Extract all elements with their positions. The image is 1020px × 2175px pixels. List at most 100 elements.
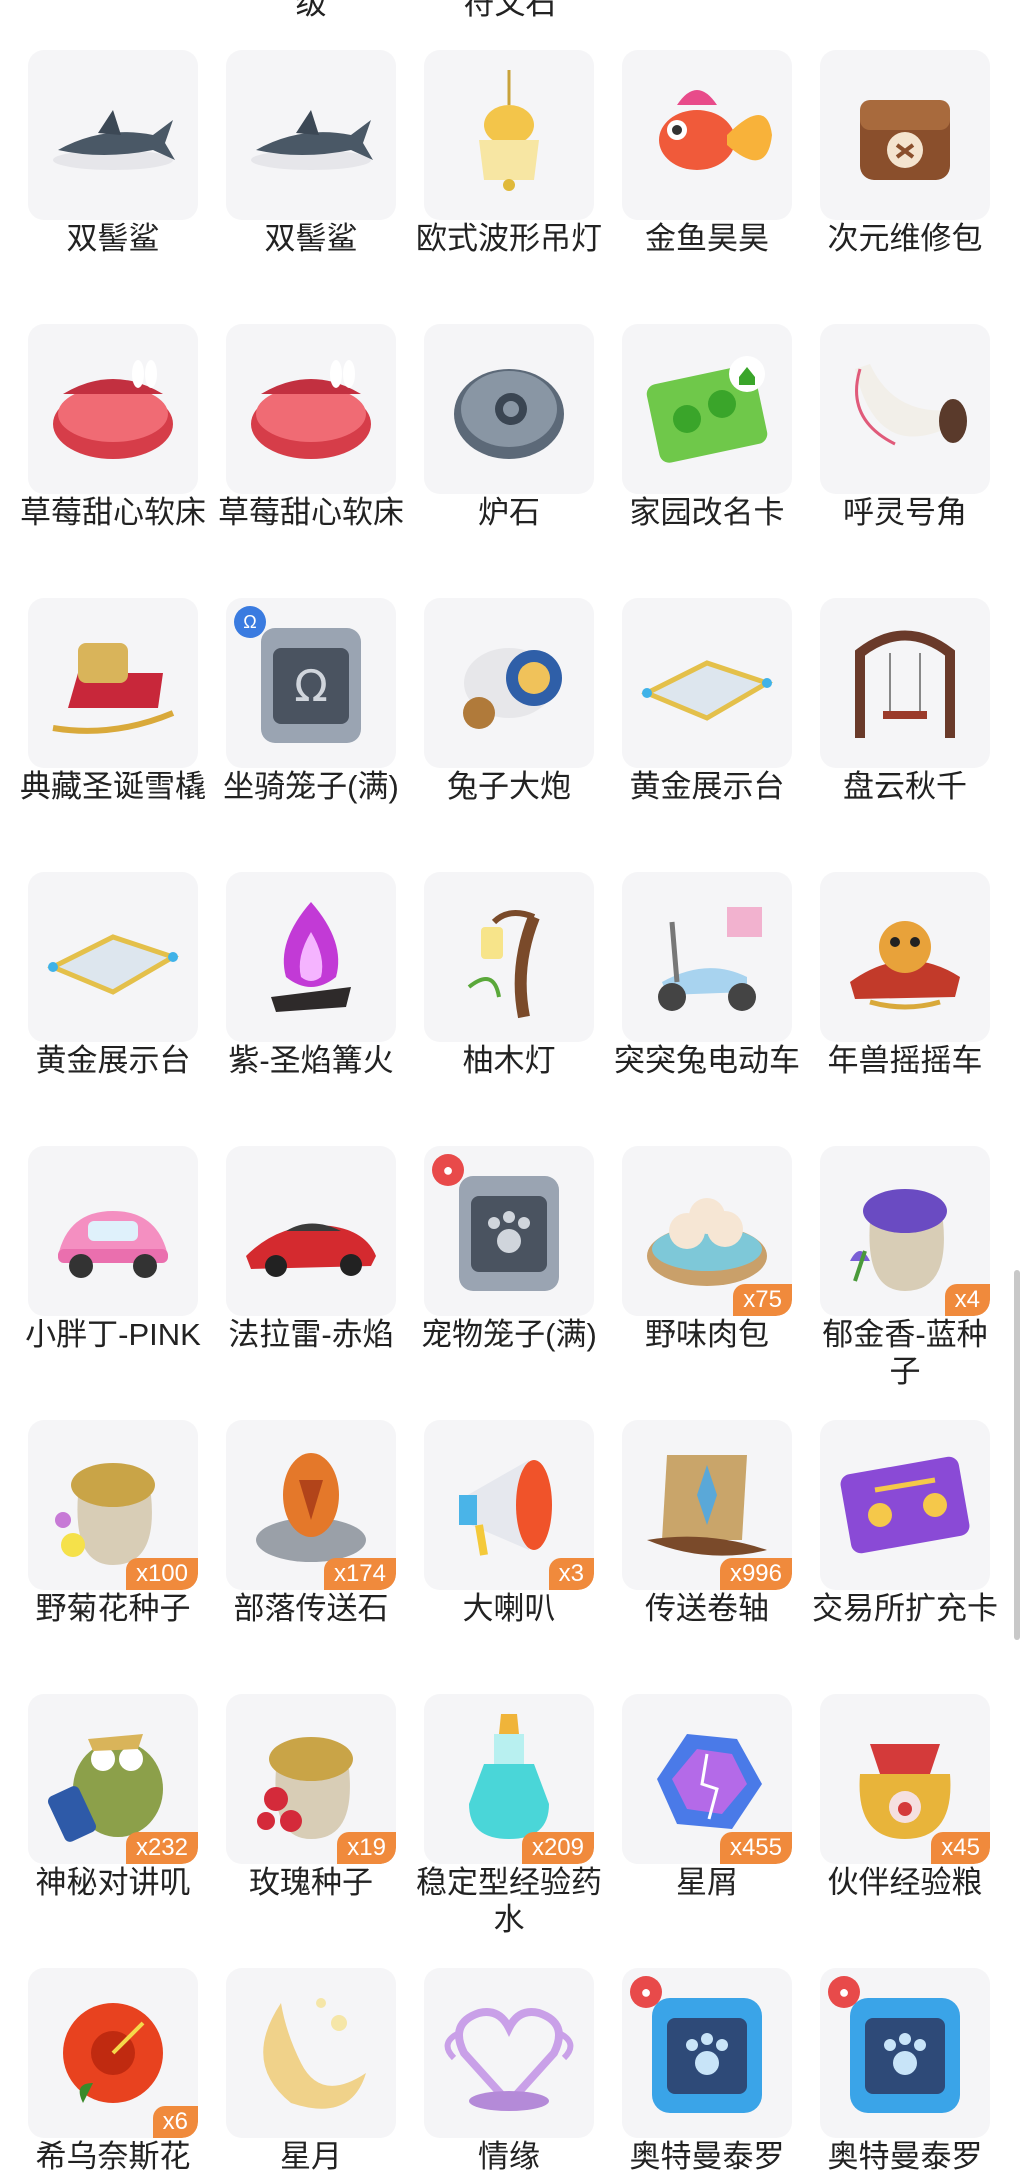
quantity-badge: x4 [944, 1284, 990, 1316]
item-tile[interactable] [226, 50, 396, 220]
item-name: 奥特曼泰罗 [629, 2139, 785, 2174]
item-name: 次元维修包 [827, 221, 983, 256]
partial-item-label: 级 [295, 0, 327, 21]
item-name: 情缘 [478, 2139, 540, 2174]
item-name: 黄金展示台 [35, 1043, 191, 1078]
item-name: 双髻鲨 [264, 221, 358, 256]
item-tile[interactable]: x4 [820, 1146, 990, 1316]
item-tile[interactable] [424, 50, 594, 220]
quantity-badge: x3 [548, 1558, 594, 1590]
item-name: 野味肉包 [645, 1317, 769, 1352]
item-tile[interactable] [622, 324, 792, 494]
item-tile[interactable]: x455 [622, 1694, 792, 1864]
item-tile[interactable] [424, 598, 594, 768]
item-tile[interactable]: x19 [226, 1694, 396, 1864]
item-name: 欧式波形吊灯 [416, 221, 602, 256]
item-name: 坐骑笼子(满) [223, 769, 399, 804]
item-name: 盘云秋千 [843, 769, 967, 804]
quantity-badge: x174 [323, 1558, 396, 1590]
item-tile[interactable] [820, 872, 990, 1042]
item-tile[interactable] [28, 50, 198, 220]
item-tile[interactable]: ● [424, 1146, 594, 1316]
item-tile[interactable] [226, 1968, 396, 2138]
item-tile[interactable]: x996 [622, 1420, 792, 1590]
item-tile[interactable] [622, 872, 792, 1042]
paw-corner-icon: ● [432, 1154, 464, 1186]
item-tile[interactable]: x45 [820, 1694, 990, 1864]
quantity-badge: x455 [719, 1832, 792, 1864]
item-name: 家园改名卡 [629, 495, 785, 530]
item-name: 神秘对讲叽 [35, 1865, 191, 1900]
item-tile[interactable] [226, 1146, 396, 1316]
item-name: 大喇叭 [462, 1591, 556, 1626]
item-tile[interactable]: ● [622, 1968, 792, 2138]
item-name: 法拉雷-赤焰 [228, 1317, 394, 1352]
item-name: 兔子大炮 [447, 769, 571, 804]
item-tile[interactable]: x3 [424, 1420, 594, 1590]
quantity-badge: x6 [152, 2106, 198, 2138]
quantity-badge: x45 [931, 1832, 990, 1864]
item-tile[interactable] [622, 50, 792, 220]
item-tile[interactable]: x75 [622, 1146, 792, 1316]
item-tile[interactable]: x209 [424, 1694, 594, 1864]
item-tile[interactable] [424, 872, 594, 1042]
item-name: 交易所扩充卡 [812, 1591, 998, 1626]
quantity-badge: x75 [733, 1284, 792, 1316]
item-name: 奥特曼泰罗 [827, 2139, 983, 2174]
item-tile[interactable] [820, 1420, 990, 1590]
item-tile[interactable] [226, 872, 396, 1042]
item-tile[interactable]: x100 [28, 1420, 198, 1590]
paw-corner-icon: ● [630, 1976, 662, 2008]
svg-text:Ω: Ω [294, 661, 328, 712]
scrollbar[interactable] [1014, 1270, 1020, 1640]
item-tile[interactable]: ● [820, 1968, 990, 2138]
item-tile[interactable] [820, 598, 990, 768]
item-tile[interactable] [28, 1146, 198, 1316]
item-name: 传送卷轴 [645, 1591, 769, 1626]
quantity-badge: x232 [125, 1832, 198, 1864]
item-name: 星月 [280, 2139, 342, 2174]
item-name: 柚木灯 [462, 1043, 556, 1078]
partial-top-row: 级 符文石 [0, 0, 1020, 30]
item-name: 野菊花种子 [35, 1591, 191, 1626]
item-name: 年兽摇摇车 [827, 1043, 983, 1078]
item-tile[interactable]: ΩΩ [226, 598, 396, 768]
item-tile[interactable] [226, 324, 396, 494]
item-tile[interactable] [424, 1968, 594, 2138]
item-name: 星屑 [676, 1865, 738, 1900]
item-tile[interactable]: x232 [28, 1694, 198, 1864]
item-name: 宠物笼子(满) [421, 1317, 597, 1352]
quantity-badge: x996 [719, 1558, 792, 1590]
item-name: 草莓甜心软床 [20, 495, 206, 530]
item-name: 部落传送石 [233, 1591, 389, 1626]
paw-corner-icon: ● [828, 1976, 860, 2008]
item-name: 典藏圣诞雪橇 [20, 769, 206, 804]
item-tile[interactable] [424, 324, 594, 494]
item-name: 呼灵号角 [843, 495, 967, 530]
item-tile[interactable] [820, 324, 990, 494]
item-name: 小胖丁-PINK [25, 1317, 201, 1352]
quantity-badge: x19 [337, 1832, 396, 1864]
item-tile[interactable] [28, 324, 198, 494]
item-name: 紫-圣焰篝火 [228, 1043, 394, 1078]
item-tile[interactable] [622, 598, 792, 768]
item-name: 稳定型经验药水 [416, 1865, 602, 1937]
quantity-badge: x100 [125, 1558, 198, 1590]
item-tile[interactable]: x6 [28, 1968, 198, 2138]
item-tile[interactable]: x174 [226, 1420, 396, 1590]
quantity-badge: x209 [521, 1832, 594, 1864]
item-name: 伙伴经验粮 [827, 1865, 983, 1900]
mount-corner-icon: Ω [234, 606, 266, 638]
item-name: 炉石 [478, 495, 540, 530]
partial-item-label: 符文石 [463, 0, 557, 21]
item-name: 双髻鲨 [66, 221, 160, 256]
item-name: 突突兔电动车 [614, 1043, 800, 1078]
item-tile[interactable] [28, 872, 198, 1042]
item-tile[interactable] [28, 598, 198, 768]
item-name: 玫瑰种子 [249, 1865, 373, 1900]
item-tile[interactable] [820, 50, 990, 220]
item-name: 金鱼昊昊 [645, 221, 769, 256]
item-name: 郁金香-蓝种子 [822, 1317, 988, 1389]
item-name: 草莓甜心软床 [218, 495, 404, 530]
item-name: 黄金展示台 [629, 769, 785, 804]
